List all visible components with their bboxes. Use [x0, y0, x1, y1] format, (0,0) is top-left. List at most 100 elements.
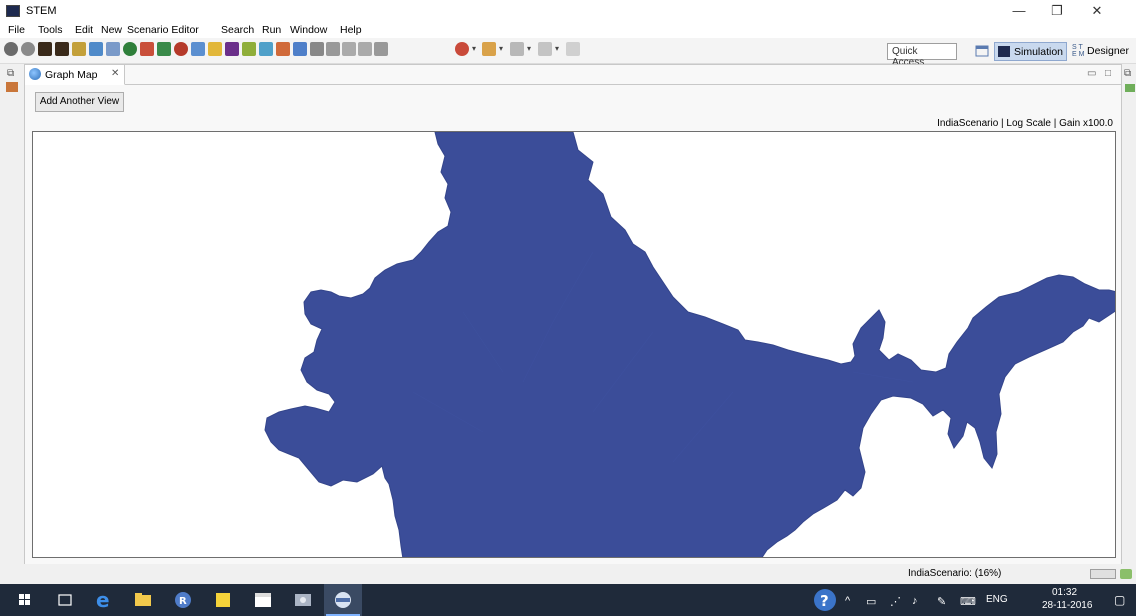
add-another-view-button[interactable]: Add Another View: [35, 92, 124, 112]
gear-alt-icon[interactable]: [21, 42, 35, 56]
menu-help[interactable]: Help: [340, 24, 362, 36]
maximize-view-button[interactable]: □: [1105, 68, 1111, 79]
tab-graph-map[interactable]: Graph Map ✕: [25, 65, 125, 85]
taskbar-sticky-notes[interactable]: [204, 584, 242, 616]
clock-icon[interactable]: [174, 42, 188, 56]
simulation-perspective-button[interactable]: Simulation: [994, 42, 1067, 61]
menu-new[interactable]: New: [101, 24, 122, 36]
reset-icon[interactable]: [358, 42, 372, 56]
menu-file[interactable]: File: [8, 24, 25, 36]
matrix-icon[interactable]: [225, 42, 239, 56]
show-hidden-icons-icon[interactable]: ^: [845, 595, 850, 607]
back-icon[interactable]: [566, 42, 580, 56]
keyboard-icon[interactable]: ⌨: [960, 595, 976, 608]
task-view-button[interactable]: [46, 584, 84, 616]
designer-label: Designer: [1087, 45, 1130, 57]
restore-icon[interactable]: ⧉: [7, 68, 14, 79]
language-indicator[interactable]: ENG: [986, 594, 1008, 605]
pause-icon[interactable]: [326, 42, 340, 56]
battery-icon[interactable]: ▭: [866, 595, 876, 608]
minimized-right-view-icon[interactable]: [1125, 84, 1135, 92]
clock-time[interactable]: 01:32: [1052, 587, 1077, 598]
nav-prev-dropdown-icon[interactable]: ▾: [555, 44, 559, 53]
help-icon[interactable]: ?: [813, 588, 837, 615]
debug-icon[interactable]: [455, 42, 469, 56]
taskbar-r-app[interactable]: R: [164, 584, 202, 616]
grid-icon[interactable]: [89, 42, 103, 56]
play-icon[interactable]: [310, 42, 324, 56]
nav-next-icon[interactable]: [510, 42, 524, 56]
svg-text:?: ?: [820, 592, 829, 610]
r-icon: R: [175, 592, 191, 608]
close-button[interactable]: ✕: [1080, 2, 1114, 20]
india-map: [264, 132, 1115, 557]
menu-bar: File Tools Edit New Scenario Editor Sear…: [0, 22, 1136, 38]
title-bar: STEM — ❐ ✕: [0, 0, 1136, 22]
simulation-icon: [998, 46, 1010, 57]
progress-bar: [1090, 569, 1116, 579]
action-center-icon[interactable]: ▢: [1114, 593, 1125, 607]
pencil-dropdown-icon[interactable]: ▾: [499, 44, 503, 53]
nav-next-dropdown-icon[interactable]: ▾: [527, 44, 531, 53]
status-bar: IndiaScenario: (16%): [0, 564, 1136, 584]
export-icon[interactable]: [293, 42, 307, 56]
restore-right-icon[interactable]: ⧉: [1124, 68, 1131, 79]
svg-text:e: e: [96, 588, 110, 612]
map-icon[interactable]: [157, 42, 171, 56]
network-icon[interactable]: [259, 42, 273, 56]
designer-perspective-button[interactable]: S T E M Designer: [1072, 42, 1136, 61]
taskbar-edge[interactable]: e: [84, 584, 122, 616]
tab-graph-map-label: Graph Map: [45, 69, 98, 81]
wifi-icon[interactable]: ⋰: [890, 595, 901, 608]
stop-icon[interactable]: [374, 42, 388, 56]
film-icon[interactable]: [38, 42, 52, 56]
taskbar-stem[interactable]: [324, 584, 362, 616]
chart-icon[interactable]: [106, 42, 120, 56]
taskbar-movie-maker[interactable]: [244, 584, 282, 616]
step-icon[interactable]: [342, 42, 356, 56]
photos-icon: [295, 594, 311, 606]
table-icon[interactable]: [191, 42, 205, 56]
open-perspective-icon[interactable]: [975, 44, 989, 58]
folder-icon: [135, 593, 151, 606]
menu-search[interactable]: Search: [221, 24, 254, 36]
shape-icon[interactable]: [276, 42, 290, 56]
taskbar-file-explorer[interactable]: [124, 584, 162, 616]
map-canvas[interactable]: [32, 131, 1116, 558]
nav-prev-icon[interactable]: [538, 42, 552, 56]
india-mainland-region: [264, 132, 1115, 557]
globe-icon[interactable]: [123, 42, 137, 56]
volume-icon[interactable]: ♪: [912, 595, 918, 607]
close-icon[interactable]: ✕: [111, 68, 119, 79]
clock-date[interactable]: 28-11-2016: [1042, 600, 1092, 611]
wave-icon[interactable]: [208, 42, 222, 56]
maximize-button[interactable]: ❐: [1040, 2, 1074, 20]
taskbar-photos[interactable]: [284, 584, 322, 616]
start-button[interactable]: [6, 584, 44, 616]
debug-dropdown-icon[interactable]: ▾: [472, 44, 476, 53]
right-trim-bar: ⧉: [1122, 64, 1136, 584]
clapperboard-icon: [255, 593, 271, 607]
minimize-view-button[interactable]: ▭: [1087, 68, 1096, 79]
bug-icon[interactable]: [242, 42, 256, 56]
pen-icon[interactable]: ✎: [937, 595, 946, 608]
pencil-icon[interactable]: [482, 42, 496, 56]
film-alt-icon[interactable]: [55, 42, 69, 56]
simulation-label: Simulation: [1014, 46, 1064, 58]
menu-tools[interactable]: Tools: [38, 24, 63, 36]
sum-icon[interactable]: [140, 42, 154, 56]
quick-access-input[interactable]: Quick Access: [887, 43, 957, 68]
menu-run[interactable]: Run: [262, 24, 281, 36]
menu-edit[interactable]: Edit: [75, 24, 93, 36]
menu-scenario-editor[interactable]: Scenario Editor: [127, 24, 199, 36]
task-view-icon: [58, 594, 72, 606]
minimize-button[interactable]: —: [1002, 2, 1036, 20]
gear-icon[interactable]: [4, 42, 18, 56]
minimized-view-icon[interactable]: [6, 82, 18, 92]
windows-logo-icon: [19, 594, 30, 605]
window-title: STEM: [26, 5, 57, 17]
progress-view-icon[interactable]: [1120, 569, 1132, 579]
menu-window[interactable]: Window: [290, 24, 327, 36]
status-progress-label: IndiaScenario: (16%): [908, 568, 1002, 579]
sparkle-icon[interactable]: [72, 42, 86, 56]
